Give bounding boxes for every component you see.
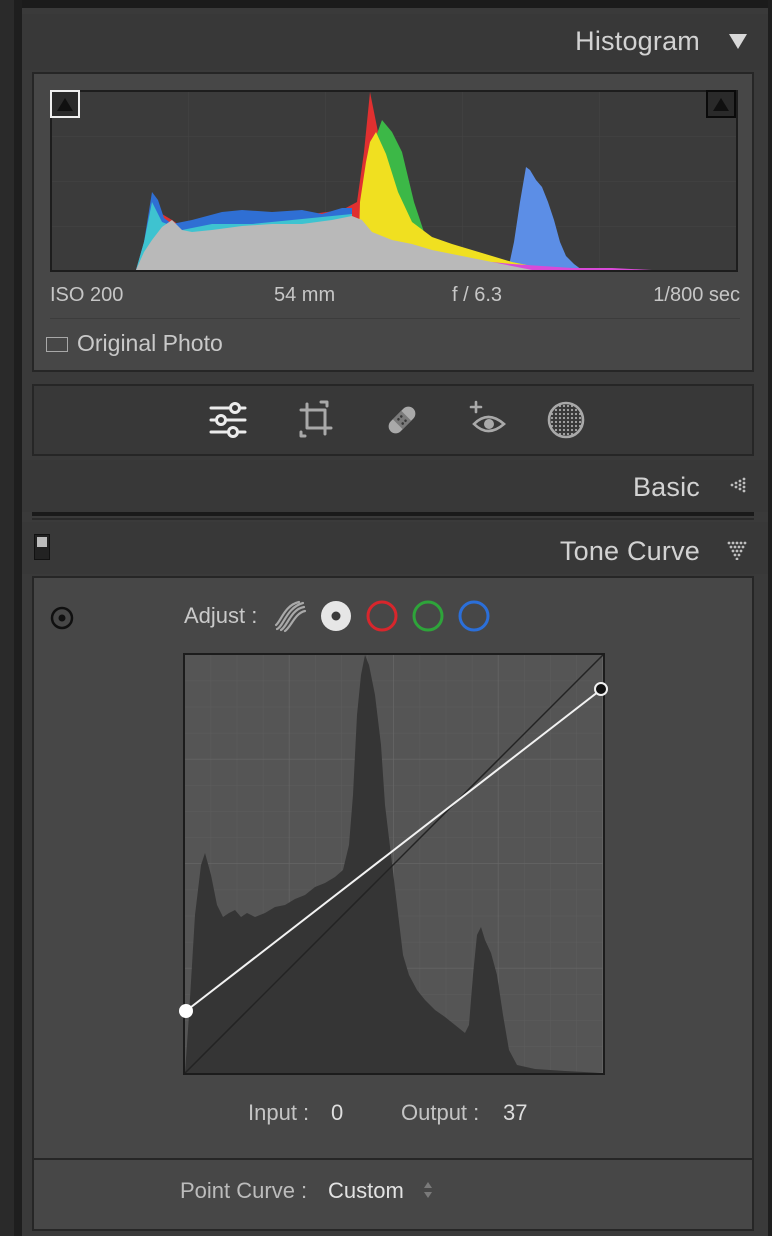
masking-icon bbox=[547, 401, 585, 439]
histogram-header[interactable]: Histogram bbox=[22, 14, 768, 70]
input-output-readout: Input : 0 Output : 37 bbox=[34, 1100, 752, 1130]
right-scrollbar[interactable] bbox=[768, 0, 772, 1236]
exif-info-row: ISO 200 54 mm f / 6.3 1/800 sec bbox=[50, 284, 740, 310]
masking-button[interactable] bbox=[546, 400, 586, 440]
original-photo-checkbox[interactable] bbox=[46, 337, 68, 352]
crop-button[interactable] bbox=[296, 400, 336, 440]
input-value: 0 bbox=[331, 1100, 344, 1125]
parametric-curve-button[interactable] bbox=[273, 599, 307, 633]
basic-header[interactable]: Basic bbox=[22, 460, 768, 512]
green-channel-icon bbox=[412, 600, 444, 632]
tone-curve-header[interactable]: Tone Curve bbox=[22, 522, 768, 574]
blue-channel-icon bbox=[458, 600, 490, 632]
divider bbox=[32, 518, 754, 520]
point-curve-label: Point Curve : bbox=[180, 1178, 308, 1203]
exif-aperture: f / 6.3 bbox=[452, 284, 503, 306]
collapse-triangle-icon[interactable] bbox=[726, 540, 748, 560]
red-eye-icon bbox=[469, 400, 506, 433]
collapse-triangle-icon[interactable] bbox=[728, 32, 748, 50]
histogram-graph[interactable] bbox=[50, 90, 738, 272]
left-panel-edge bbox=[0, 0, 22, 1236]
edit-sliders-button[interactable] bbox=[208, 400, 248, 440]
divider bbox=[32, 512, 754, 516]
point-curve-select[interactable]: Custom bbox=[328, 1178, 404, 1204]
healing-icon bbox=[388, 406, 416, 434]
original-photo-label: Original Photo bbox=[77, 329, 223, 356]
parametric-curve-icon bbox=[275, 600, 307, 633]
histogram-chart bbox=[52, 92, 736, 270]
green-channel-button[interactable] bbox=[411, 599, 445, 633]
exif-iso: ISO 200 bbox=[50, 284, 124, 306]
tone-curve-title: Tone Curve bbox=[559, 536, 700, 566]
red-channel-button[interactable] bbox=[365, 599, 399, 633]
tone-curve-canvas bbox=[184, 654, 604, 1074]
crop-icon bbox=[299, 400, 333, 438]
adjust-label: Adjust : bbox=[184, 603, 258, 628]
highlight-clipping-toggle[interactable] bbox=[706, 90, 736, 118]
tone-curve-panel: Adjust : Input: 0 Output: 37 Point Cur… bbox=[32, 576, 754, 1231]
healing-button[interactable] bbox=[382, 400, 422, 440]
point-curve-luminance-button[interactable] bbox=[319, 599, 353, 633]
triangle-up-icon bbox=[713, 98, 729, 111]
histogram-panel: ISO 200 54 mm f / 6.3 1/800 sec Original… bbox=[32, 72, 754, 372]
original-photo-toggle[interactable]: Original Photo bbox=[46, 328, 223, 358]
curve-point-white[interactable] bbox=[591, 679, 611, 699]
output-label: Output : bbox=[401, 1100, 480, 1125]
red-channel-icon bbox=[366, 600, 398, 632]
develop-tool-strip bbox=[32, 384, 754, 456]
tone-curve-graph[interactable] bbox=[179, 653, 608, 1075]
output-value: 37 bbox=[503, 1100, 528, 1125]
select-stepper-icon[interactable] bbox=[422, 1180, 434, 1200]
edit-sliders-icon bbox=[209, 402, 247, 438]
histogram-title: Histogram bbox=[575, 26, 700, 56]
divider bbox=[34, 1158, 752, 1160]
window-top-edge bbox=[14, 0, 772, 8]
luminance-channel-icon bbox=[321, 601, 352, 631]
triangle-up-icon bbox=[57, 98, 73, 111]
point-curve-row: Point Curve : Custom bbox=[34, 1178, 752, 1208]
channel-selector: Adjust : bbox=[184, 596, 503, 636]
divider bbox=[50, 318, 740, 319]
targeted-adjustment-icon[interactable] bbox=[48, 604, 76, 632]
basic-title: Basic bbox=[632, 472, 700, 502]
tone-curve-enable-switch[interactable] bbox=[34, 534, 50, 560]
curve-point-black[interactable] bbox=[176, 1001, 196, 1021]
shadow-clipping-toggle[interactable] bbox=[50, 90, 80, 118]
expand-triangle-icon[interactable] bbox=[726, 476, 748, 496]
red-eye-button[interactable] bbox=[468, 400, 508, 440]
exif-focal-length: 54 mm bbox=[274, 284, 336, 306]
input-label: Input : bbox=[248, 1100, 310, 1125]
exif-shutter: 1/800 sec bbox=[653, 284, 740, 306]
blue-channel-button[interactable] bbox=[457, 599, 491, 633]
